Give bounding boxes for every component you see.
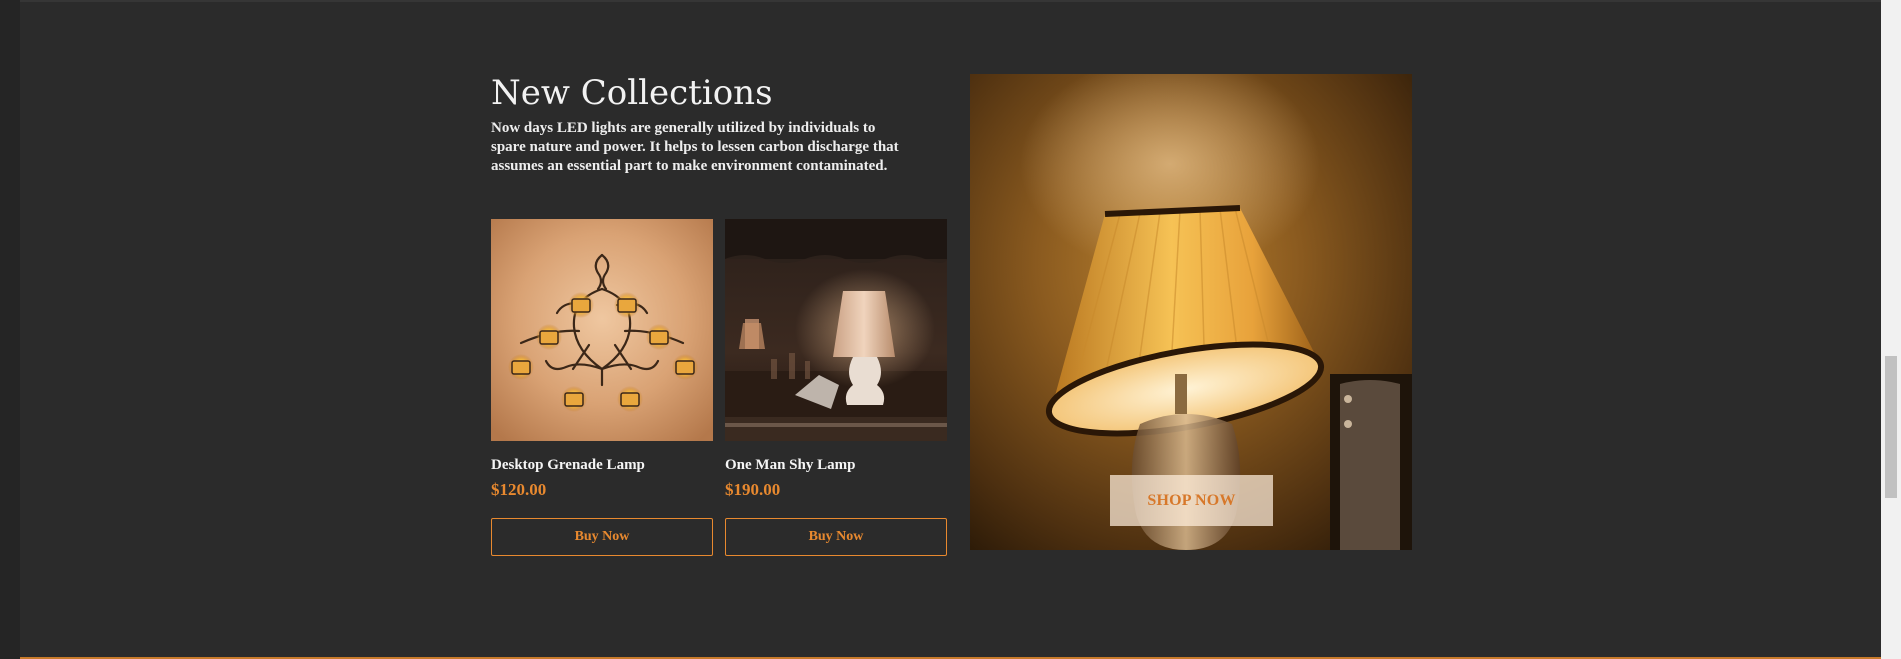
left-margin-strip [0,0,20,659]
buy-now-button[interactable]: Buy Now [725,518,947,556]
page-scrollbar[interactable] [1881,0,1901,659]
product-image-wall-candle-holder[interactable] [491,219,713,441]
product-image-table-lamp[interactable] [725,219,947,441]
scrollbar-thumb[interactable] [1885,356,1897,498]
product-card: Desktop Grenade Lamp $120.00 Buy Now [491,219,713,556]
product-price: $120.00 [491,480,547,499]
product-card: One Man Shy Lamp $190.00 Buy Now [725,219,947,556]
section-title: New Collections [491,73,773,113]
section-description: Now days LED lights are generally utiliz… [491,120,899,174]
shop-now-button[interactable]: SHOP NOW [1110,475,1273,526]
product-name[interactable]: Desktop Grenade Lamp [491,456,713,474]
product-name[interactable]: One Man Shy Lamp [725,456,947,474]
buy-now-button[interactable]: Buy Now [491,518,713,556]
top-divider [20,0,1881,2]
product-price: $190.00 [725,480,781,499]
